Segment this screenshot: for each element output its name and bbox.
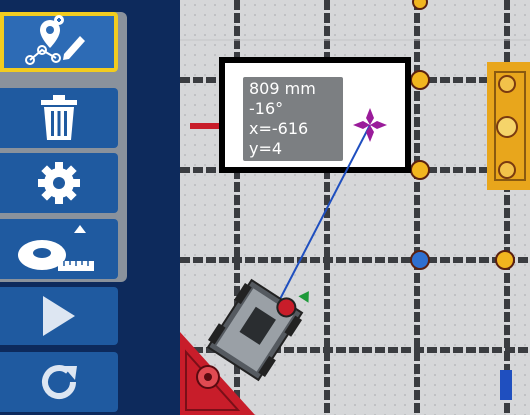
distance-value: 809 mm — [249, 79, 316, 98]
map-pin-path-edit-icon — [24, 14, 94, 70]
reset-icon — [37, 360, 81, 404]
angle-value: -16° — [249, 99, 284, 118]
measure-button[interactable] — [0, 219, 118, 279]
delete-button[interactable] — [0, 88, 118, 148]
x-value: x=-616 — [249, 119, 309, 138]
play-button[interactable] — [0, 287, 118, 345]
path-edit-button[interactable] — [0, 12, 118, 72]
play-icon — [39, 294, 79, 338]
measurement-tooltip: 809 mm -16° x=-616 y=4 — [241, 75, 345, 163]
robot[interactable] — [190, 260, 320, 390]
settings-button[interactable] — [0, 153, 118, 213]
trash-icon — [39, 94, 79, 142]
reset-button[interactable] — [0, 352, 118, 412]
tape-measure-icon — [14, 221, 104, 277]
gear-icon — [36, 160, 82, 206]
toolbar — [0, 0, 180, 415]
y-value: y=4 — [249, 139, 283, 158]
